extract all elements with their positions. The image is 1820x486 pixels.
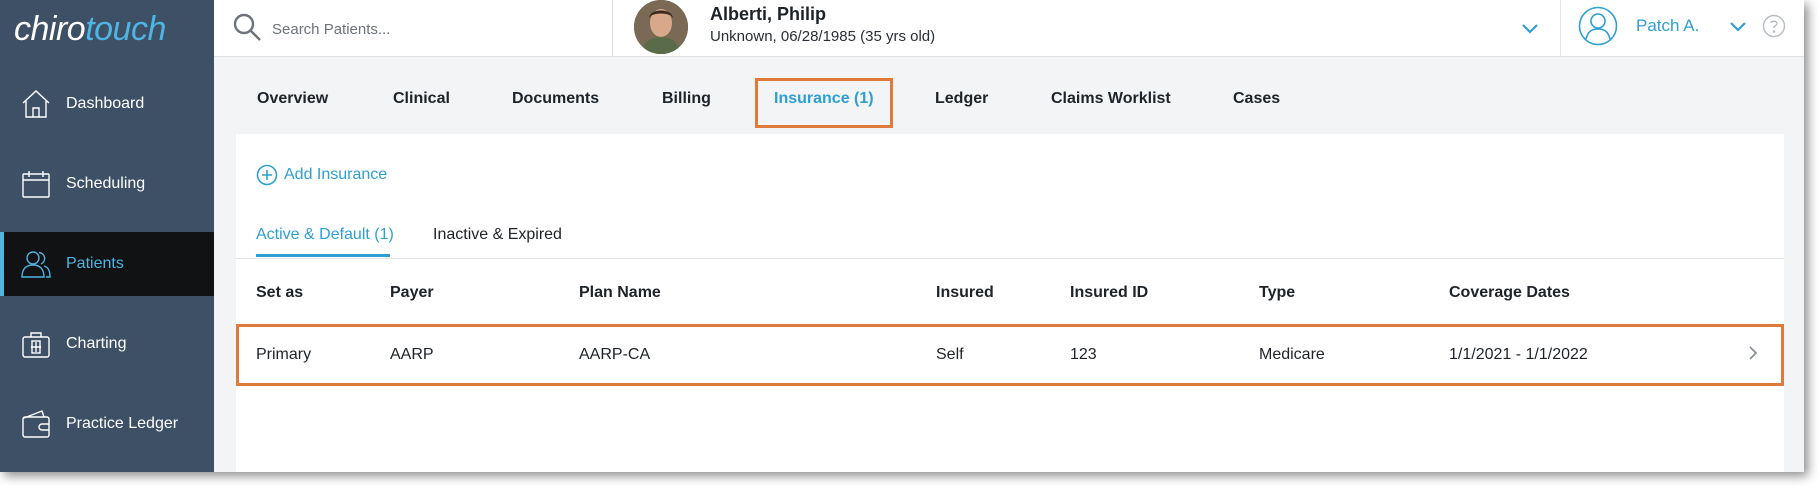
medical-kit-icon bbox=[22, 332, 50, 358]
cell-insured-id: 123 bbox=[1070, 346, 1097, 363]
column-header-set-as: Set as bbox=[256, 284, 304, 301]
home-icon bbox=[22, 90, 50, 118]
column-header-coverage-dates: Coverage Dates bbox=[1449, 284, 1570, 301]
add-insurance-label: Add Insurance bbox=[284, 166, 388, 183]
search-input[interactable] bbox=[270, 14, 594, 44]
wallet-icon bbox=[22, 410, 50, 438]
tab-highlight-box bbox=[755, 78, 893, 128]
brand-logo: chiro touch bbox=[0, 0, 214, 58]
column-header-type: Type bbox=[1259, 284, 1296, 301]
insurance-panel: Add Insurance Active & Default (1) Inact… bbox=[236, 134, 1784, 472]
brand-logo-part2: touch bbox=[85, 9, 166, 48]
app-window: chiro touch Dashboard Scheduling Patients bbox=[0, 0, 1804, 472]
tab-documents[interactable]: Documents bbox=[512, 90, 599, 108]
cell-insured: Self bbox=[936, 346, 964, 363]
search-icon bbox=[233, 13, 261, 41]
header-divider bbox=[1560, 0, 1561, 56]
sidebar-item-label: Practice Ledger bbox=[66, 415, 179, 432]
column-header-plan-name: Plan Name bbox=[579, 284, 661, 301]
column-header-payer: Payer bbox=[390, 284, 434, 301]
tab-ledger[interactable]: Ledger bbox=[935, 90, 988, 108]
subtab-active-indicator bbox=[256, 254, 390, 257]
patient-avatar[interactable] bbox=[634, 0, 688, 54]
search-bar bbox=[214, 0, 613, 56]
divider bbox=[236, 258, 1784, 259]
user-avatar-icon[interactable] bbox=[1578, 6, 1618, 46]
sidebar-item-patients[interactable]: Patients bbox=[0, 232, 214, 296]
add-insurance-button[interactable]: Add Insurance bbox=[256, 164, 387, 186]
column-header-insured: Insured bbox=[936, 284, 994, 301]
user-name[interactable]: Patch A. bbox=[1636, 16, 1699, 36]
sidebar-item-dashboard[interactable]: Dashboard bbox=[0, 72, 214, 136]
cell-plan-name: AARP-CA bbox=[579, 346, 651, 363]
chevron-right-icon[interactable] bbox=[1744, 344, 1762, 362]
sidebar-item-practice-ledger[interactable]: Practice Ledger bbox=[0, 392, 214, 456]
tab-billing[interactable]: Billing bbox=[662, 90, 711, 108]
plus-circle-icon bbox=[256, 164, 278, 186]
subtab-inactive-expired[interactable]: Inactive & Expired bbox=[433, 226, 562, 244]
cell-payer: AARP bbox=[390, 346, 434, 363]
sidebar-item-charting[interactable]: Charting bbox=[0, 312, 214, 376]
users-icon bbox=[21, 251, 51, 278]
tab-clinical[interactable]: Clinical bbox=[393, 90, 450, 108]
help-icon[interactable] bbox=[1762, 14, 1786, 38]
sidebar-item-label: Patients bbox=[66, 255, 124, 272]
chevron-down-icon[interactable] bbox=[1520, 18, 1540, 38]
tab-cases[interactable]: Cases bbox=[1233, 90, 1280, 108]
tab-claims-worklist[interactable]: Claims Worklist bbox=[1051, 90, 1171, 108]
sidebar-item-label: Charting bbox=[66, 335, 127, 352]
sidebar-item-label: Dashboard bbox=[66, 95, 145, 112]
calendar-icon bbox=[22, 171, 50, 198]
patient-photo bbox=[634, 0, 688, 54]
chevron-down-icon[interactable] bbox=[1728, 16, 1748, 36]
subtab-active-default[interactable]: Active & Default (1) bbox=[256, 226, 394, 244]
sidebar: chiro touch Dashboard Scheduling Patients bbox=[0, 0, 214, 472]
patient-info: Unknown, 06/28/1985 (35 yrs old) bbox=[710, 28, 936, 45]
top-header: Alberti, Philip Unknown, 06/28/1985 (35 … bbox=[214, 0, 1804, 57]
cell-type: Medicare bbox=[1259, 346, 1325, 363]
brand-logo-part1: chiro bbox=[14, 9, 86, 48]
cell-set-as: Primary bbox=[256, 346, 312, 363]
patient-tabs: Overview Clinical Documents Billing Insu… bbox=[214, 56, 1804, 130]
sidebar-item-scheduling[interactable]: Scheduling bbox=[0, 152, 214, 216]
patient-name[interactable]: Alberti, Philip bbox=[710, 4, 826, 25]
column-header-insured-id: Insured ID bbox=[1070, 284, 1149, 301]
sidebar-item-label: Scheduling bbox=[66, 175, 146, 192]
cell-coverage-dates: 1/1/2021 - 1/1/2022 bbox=[1449, 346, 1588, 363]
tab-overview[interactable]: Overview bbox=[257, 90, 328, 108]
